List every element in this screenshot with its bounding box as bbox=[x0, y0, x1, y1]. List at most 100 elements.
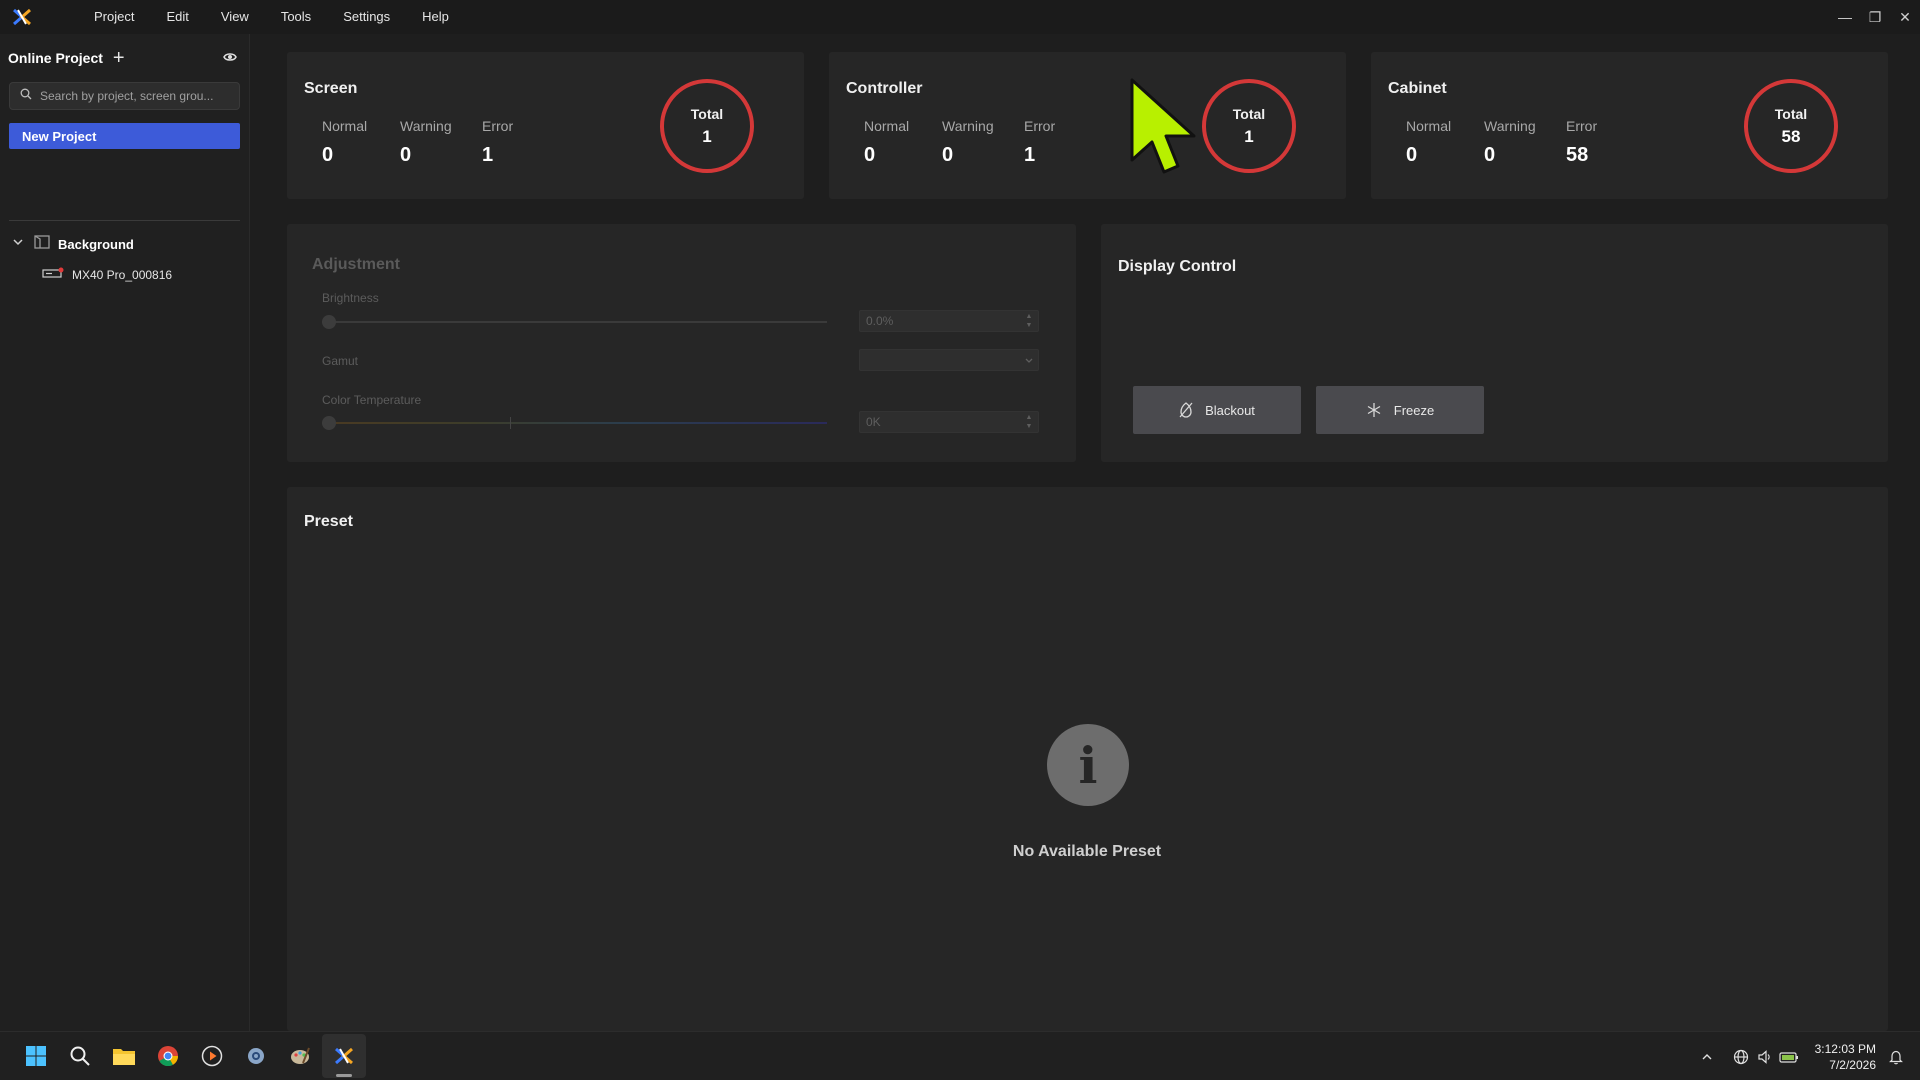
volume-icon[interactable] bbox=[1753, 1045, 1777, 1069]
blackout-icon bbox=[1179, 402, 1193, 418]
file-explorer-icon[interactable] bbox=[102, 1034, 146, 1078]
network-globe-icon[interactable] bbox=[1729, 1045, 1753, 1069]
brightness-value: 0.0% bbox=[866, 314, 894, 328]
controller-panel-title: Controller bbox=[846, 80, 923, 97]
menu-edit[interactable]: Edit bbox=[150, 0, 204, 34]
spin-arrows-icon[interactable]: ▲ ▼ bbox=[1022, 413, 1036, 431]
warning-label: Warning bbox=[1484, 118, 1536, 134]
total-label: Total bbox=[1232, 105, 1266, 122]
screen-stats: Normal 0 Warning 0 Error 1 bbox=[322, 118, 560, 167]
no-preset-message: No Available Preset bbox=[1012, 843, 1162, 860]
gamut-dropdown[interactable] bbox=[859, 349, 1039, 371]
eye-icon[interactable] bbox=[223, 50, 237, 69]
display-control-panel: Display Control Blackout Freeze bbox=[1101, 224, 1888, 462]
close-button[interactable]: ✕ bbox=[1890, 0, 1920, 34]
novastar-app-icon[interactable] bbox=[322, 1034, 366, 1078]
chrome-icon[interactable] bbox=[146, 1034, 190, 1078]
sidebar-title: Online Project bbox=[8, 50, 103, 66]
warning-count: 0 bbox=[942, 144, 954, 166]
total-count: 58 bbox=[1781, 126, 1801, 146]
controller-total-ring: Total 1 bbox=[1202, 79, 1296, 173]
blackout-label: Blackout bbox=[1205, 402, 1255, 418]
cabinet-panel-title: Cabinet bbox=[1388, 80, 1447, 97]
battery-icon[interactable] bbox=[1777, 1045, 1801, 1069]
tree-item-label: MX40 Pro_000816 bbox=[72, 268, 173, 282]
menu-tools[interactable]: Tools bbox=[265, 0, 327, 34]
adjustment-title: Adjustment bbox=[312, 256, 400, 273]
spin-arrows-icon[interactable]: ▲ ▼ bbox=[1022, 312, 1036, 330]
taskbar-clock[interactable]: 3:12:03 PM 7/2/2026 bbox=[1815, 1041, 1876, 1073]
total-count: 1 bbox=[702, 126, 712, 146]
minimize-button[interactable]: — bbox=[1830, 0, 1860, 34]
menu-settings[interactable]: Settings bbox=[327, 0, 406, 34]
search-icon[interactable] bbox=[58, 1034, 102, 1078]
color-temperature-slider-thumb[interactable] bbox=[322, 416, 336, 430]
screen-panel-title: Screen bbox=[304, 80, 358, 97]
sidebar: Online Project + New Project bbox=[0, 34, 250, 1031]
menu-project[interactable]: Project bbox=[78, 0, 150, 34]
info-icon: i bbox=[1047, 724, 1129, 806]
error-label: Error bbox=[1566, 118, 1598, 134]
mouse-cursor-icon bbox=[1128, 76, 1200, 185]
normal-count: 0 bbox=[864, 144, 876, 166]
search-icon bbox=[20, 87, 32, 105]
snowflake-icon bbox=[1367, 403, 1381, 417]
error-label: Error bbox=[482, 118, 514, 134]
chevron-down-icon[interactable] bbox=[1024, 355, 1034, 369]
tree-group-background[interactable]: Background bbox=[12, 234, 134, 254]
search-box bbox=[9, 82, 240, 110]
main-menu: Project Edit View Tools Settings Help bbox=[78, 0, 465, 34]
media-player-icon[interactable] bbox=[190, 1034, 234, 1078]
brightness-spinbox[interactable]: 0.0% ▲ ▼ bbox=[859, 310, 1039, 332]
blackout-button[interactable]: Blackout bbox=[1133, 386, 1301, 434]
warning-label: Warning bbox=[942, 118, 994, 134]
tree-group-label: Background bbox=[58, 236, 134, 252]
notification-bell-icon[interactable] bbox=[1884, 1045, 1908, 1069]
windows-start-icon[interactable] bbox=[14, 1034, 58, 1078]
gamut-label: Gamut bbox=[322, 354, 359, 368]
screen-status-panel: Screen Normal 0 Warning 0 Error 1 Total 1 bbox=[287, 52, 804, 199]
display-control-title: Display Control bbox=[1118, 258, 1237, 275]
warning-count: 0 bbox=[1484, 144, 1496, 166]
freeze-button[interactable]: Freeze bbox=[1316, 386, 1484, 434]
error-label: Error bbox=[1024, 118, 1056, 134]
controller-stats: Normal 0 Warning 0 Error 1 bbox=[864, 118, 1102, 167]
sidebar-divider bbox=[9, 220, 240, 221]
freeze-label: Freeze bbox=[1393, 402, 1435, 418]
color-temperature-label: Color Temperature bbox=[322, 393, 422, 407]
warning-label: Warning bbox=[400, 118, 452, 134]
tree-item-controller[interactable]: MX40 Pro_000816 bbox=[42, 266, 172, 284]
color-temperature-slider-track[interactable] bbox=[322, 422, 827, 424]
warning-count: 0 bbox=[400, 144, 412, 166]
search-input[interactable] bbox=[40, 89, 230, 103]
controller-device-icon bbox=[42, 266, 64, 284]
error-count: 58 bbox=[1566, 144, 1589, 166]
normal-label: Normal bbox=[1406, 118, 1452, 134]
brightness-slider-track[interactable] bbox=[322, 321, 827, 323]
color-temperature-value: 0K bbox=[866, 415, 881, 429]
total-count: 1 bbox=[1244, 126, 1254, 146]
chevron-down-icon[interactable] bbox=[12, 235, 24, 253]
normal-count: 0 bbox=[322, 144, 334, 166]
menu-help[interactable]: Help bbox=[406, 0, 465, 34]
app-logo-icon bbox=[4, 0, 40, 34]
total-label: Total bbox=[1774, 105, 1808, 122]
new-project-button[interactable]: New Project bbox=[9, 123, 240, 149]
paint-app-icon[interactable] bbox=[278, 1034, 322, 1078]
menu-view[interactable]: View bbox=[205, 0, 265, 34]
add-project-icon[interactable]: + bbox=[113, 48, 125, 68]
chevron-up-icon[interactable] bbox=[1695, 1045, 1719, 1069]
cabinet-total-ring: Total 58 bbox=[1744, 79, 1838, 173]
normal-label: Normal bbox=[322, 118, 368, 134]
menu-bar: Project Edit View Tools Settings Help — … bbox=[0, 0, 1920, 34]
color-temperature-tick bbox=[510, 417, 511, 429]
error-count: 1 bbox=[1024, 144, 1036, 166]
settings-gear-icon[interactable] bbox=[234, 1034, 278, 1078]
preset-title: Preset bbox=[304, 513, 353, 530]
restore-button[interactable]: ❐ bbox=[1860, 0, 1890, 34]
cabinet-stats: Normal 0 Warning 0 Error 58 bbox=[1406, 118, 1644, 167]
color-temperature-spinbox[interactable]: 0K ▲ ▼ bbox=[859, 411, 1039, 433]
brightness-slider-thumb[interactable] bbox=[322, 315, 336, 329]
total-label: Total bbox=[690, 105, 724, 122]
window-controls: — ❐ ✕ bbox=[1830, 0, 1920, 34]
